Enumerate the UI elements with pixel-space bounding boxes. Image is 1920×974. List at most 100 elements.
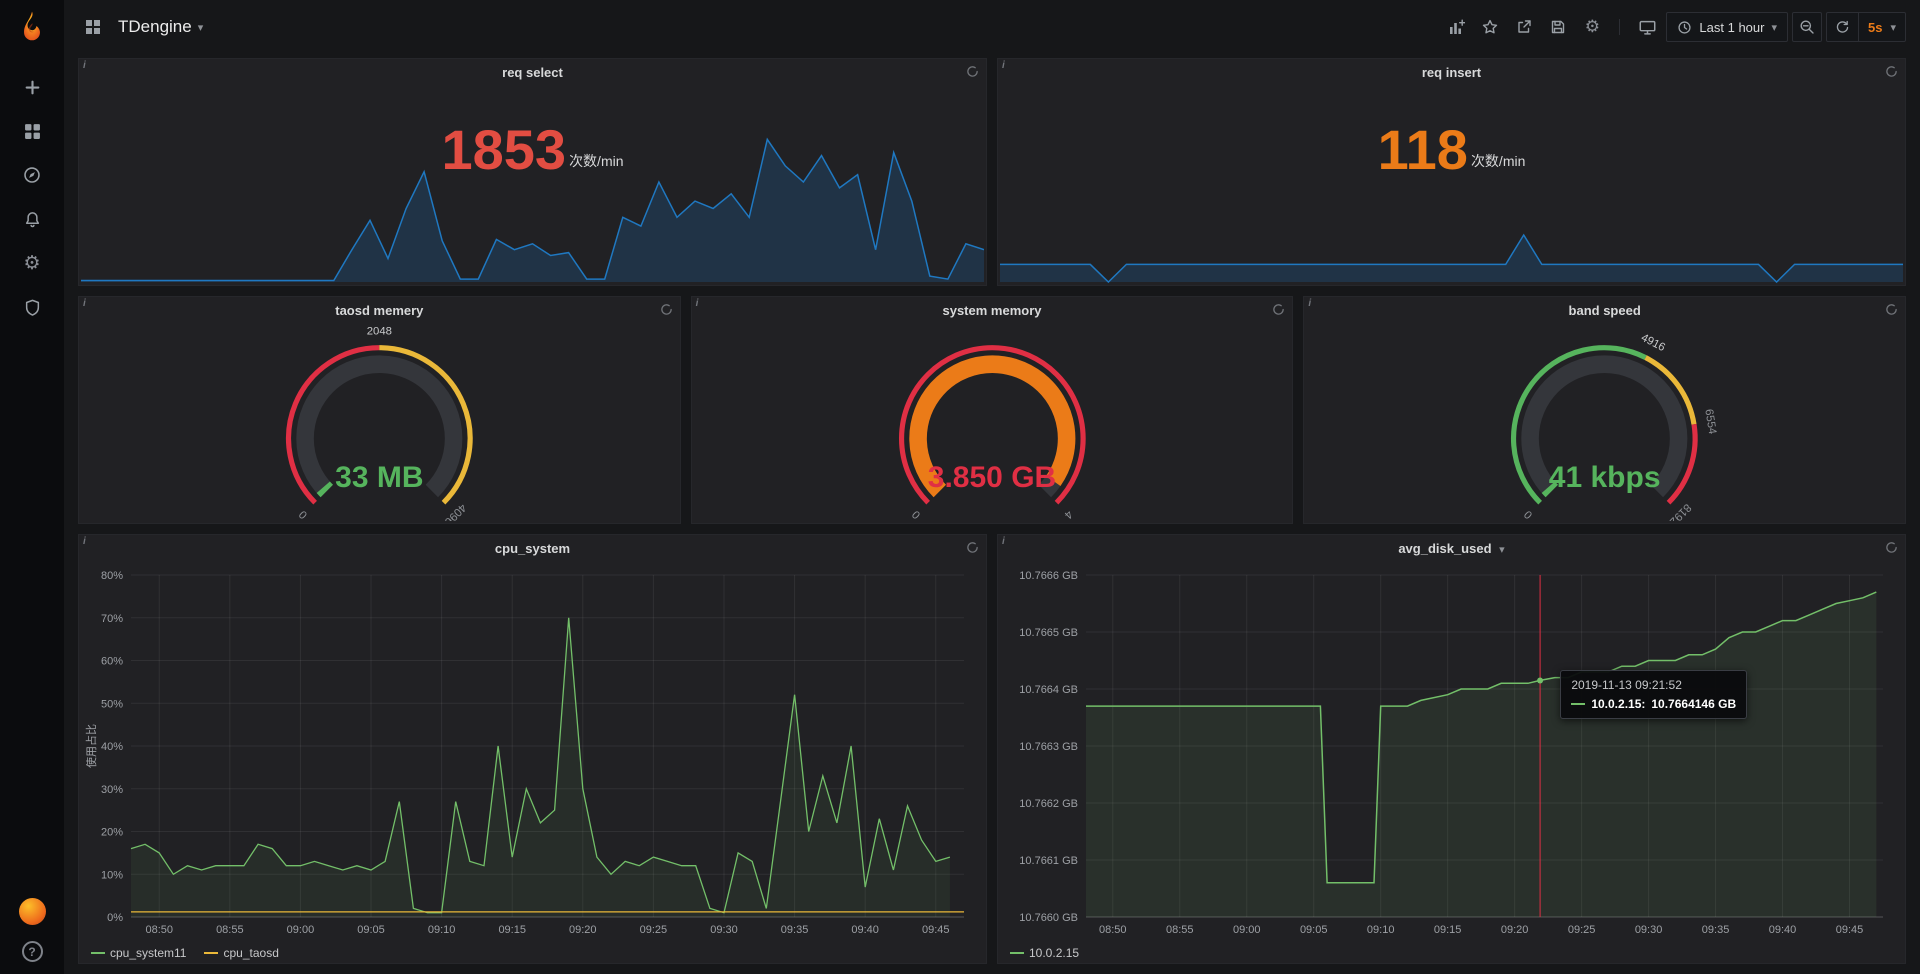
panel-title[interactable]: band speed [1569,303,1641,318]
sidebar-item-configuration[interactable]: ⚙ [9,244,55,282]
grid-icon [85,19,101,35]
tv-icon [1639,19,1656,36]
zoom-out-button[interactable] [1792,12,1822,42]
cycle-view-mode-button[interactable] [1632,12,1662,42]
svg-text:09:25: 09:25 [1568,924,1596,936]
svg-text:09:10: 09:10 [1367,924,1395,936]
panel-header: i req select [79,59,986,85]
add-panel-icon [1448,19,1465,36]
dashboard-row-2: i taosd memery 020484096 33 MB i system … [78,296,1906,524]
legend-item[interactable]: cpu_taosd [204,946,278,960]
legend-label: cpu_system11 [110,946,186,960]
refresh-button[interactable] [1827,13,1858,41]
user-avatar[interactable] [19,898,46,925]
svg-text:8192: 8192 [1667,501,1693,521]
panel-title[interactable]: taosd memery [335,303,423,318]
panel-info-icon[interactable]: i [1002,536,1005,547]
tooltip-timestamp: 2019-11-13 09:21:52 [1571,678,1736,692]
panel-header: i cpu_system [79,535,986,561]
svg-text:09:35: 09:35 [1702,924,1730,936]
caret-down-icon: ▾ [1771,21,1777,34]
refresh-control: 5s ▾ [1826,12,1906,42]
tooltip-series-value: 10.7664146 GB [1651,697,1736,711]
panel-info-icon[interactable]: i [83,60,86,71]
sidebar-item-explore[interactable] [9,156,55,194]
gauge-chart: 04 [692,325,1293,521]
panel-title[interactable]: req select [502,65,563,80]
help-button[interactable]: ? [22,941,43,962]
panel-loading-spinner-icon [1272,303,1285,316]
panel-header: i band speed [1304,297,1905,323]
svg-text:80%: 80% [101,570,123,582]
timeseries-chart[interactable]: 10.7660 GB10.7661 GB10.7662 GB10.7663 GB… [1002,565,1897,939]
svg-text:20%: 20% [101,827,123,839]
dashboard-settings-button[interactable]: ⚙ [1577,12,1607,42]
timeseries-chart[interactable]: 0%10%20%30%40%50%60%70%80%08:5008:5509:0… [83,565,978,939]
sidebar-item-alerting[interactable] [9,200,55,238]
legend-item[interactable]: 10.0.2.15 [1010,946,1079,960]
legend-item[interactable]: cpu_system11 [91,946,186,960]
sidebar-item-create[interactable] [9,68,55,106]
svg-text:10.7663 GB: 10.7663 GB [1019,741,1078,753]
svg-text:2048: 2048 [367,325,392,337]
legend-label: 10.0.2.15 [1029,946,1079,960]
tooltip-series-row: 10.0.2.15: 10.7664146 GB [1571,697,1736,711]
panel-title[interactable]: cpu_system [495,541,570,556]
sidebar-item-server-admin[interactable] [9,288,55,326]
grafana-logo[interactable] [15,10,49,44]
share-button[interactable] [1509,12,1539,42]
dashboard-row-1: i req select 1853 次数/min i req insert [78,58,1906,286]
panel-info-icon[interactable]: i [1002,60,1005,71]
panel-body: 0491665548192 41 kbps [1304,323,1905,523]
svg-text:09:00: 09:00 [1233,924,1261,936]
svg-text:10.7662 GB: 10.7662 GB [1019,798,1078,810]
panel-loading-spinner-icon [966,65,979,78]
gauge-chart: 020484096 [79,325,680,521]
panel-info-icon[interactable]: i [696,298,699,309]
panel-info-icon[interactable]: i [1308,298,1311,309]
time-range-label: Last 1 hour [1699,20,1764,35]
svg-text:09:20: 09:20 [569,924,597,936]
svg-text:09:15: 09:15 [1434,924,1462,936]
panel-loading-spinner-icon [660,303,673,316]
panel-loading-spinner-icon [1885,303,1898,316]
svg-text:09:45: 09:45 [1836,924,1864,936]
panel-body: 04 3.850 GB [692,323,1293,523]
zoom-out-icon [1799,19,1815,35]
time-range-picker[interactable]: Last 1 hour ▾ [1666,12,1788,42]
question-icon: ? [28,945,35,959]
svg-text:09:10: 09:10 [428,924,456,936]
svg-text:30%: 30% [101,784,123,796]
svg-text:6554: 6554 [1703,408,1719,435]
panel-title-text: avg_disk_used [1398,541,1491,556]
svg-text:10.7660 GB: 10.7660 GB [1019,912,1078,924]
panel-title[interactable]: req insert [1422,65,1481,80]
sparkline-chart [1000,131,1903,283]
dashboard-grid: i req select 1853 次数/min i req insert [64,54,1920,974]
compass-icon [23,166,41,184]
save-button[interactable] [1543,12,1573,42]
panel-body: 118 次数/min [998,85,1905,285]
svg-text:08:50: 08:50 [145,924,173,936]
svg-text:使用占比: 使用占比 [84,724,98,768]
refresh-interval-dropdown[interactable]: 5s ▾ [1858,13,1905,41]
svg-text:09:15: 09:15 [498,924,526,936]
panel-title[interactable]: system memory [942,303,1041,318]
svg-text:08:55: 08:55 [216,924,244,936]
sidebar-nav: ⚙ [9,68,55,326]
panel-body: 020484096 33 MB [79,323,680,523]
panel-info-icon[interactable]: i [83,536,86,547]
dashboard-picker-button[interactable] [78,12,108,42]
svg-text:09:35: 09:35 [781,924,809,936]
add-panel-button[interactable] [1441,12,1471,42]
plus-icon [24,79,41,96]
sparkline-chart [81,131,984,283]
dashboard-title-dropdown[interactable]: TDengine ▾ [118,17,203,37]
panel-title[interactable]: avg_disk_used ▾ [1398,541,1504,556]
star-button[interactable] [1475,12,1505,42]
refresh-interval-label: 5s [1868,20,1882,35]
panel-info-icon[interactable]: i [83,298,86,309]
sidebar-item-dashboards[interactable] [9,112,55,150]
legend-swatch [91,952,105,954]
svg-text:4916: 4916 [1639,332,1667,354]
